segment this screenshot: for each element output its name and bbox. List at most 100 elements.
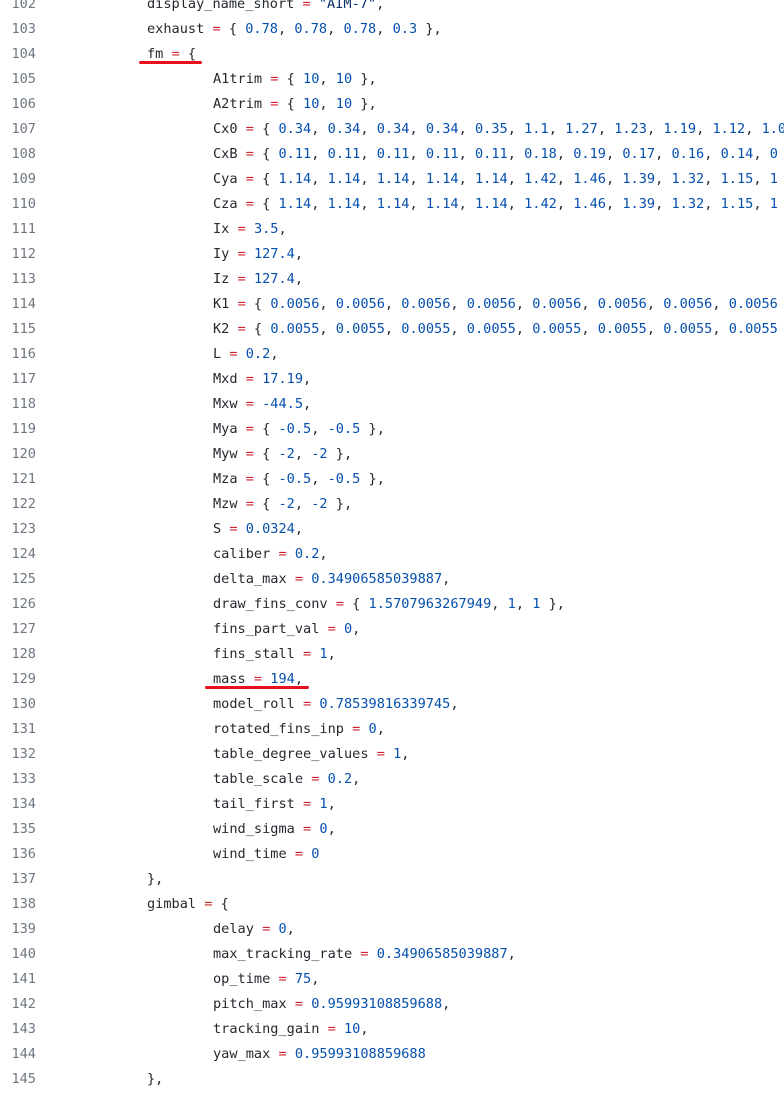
number-literal: 0.0056 xyxy=(466,296,516,312)
code-text: gimbal xyxy=(147,896,205,912)
number-literal: 1.39 xyxy=(622,196,656,212)
number-literal: 1.32 xyxy=(671,196,705,212)
number-literal: -44.5 xyxy=(262,396,304,412)
number-literal: 0.0056 xyxy=(270,296,320,312)
code-text: , xyxy=(581,321,598,337)
line-number: 105 xyxy=(11,71,36,87)
operator: = xyxy=(171,46,180,62)
line-number: 106 xyxy=(11,96,36,112)
code-text: , xyxy=(655,146,672,162)
line-source: }, xyxy=(147,1067,163,1092)
number-literal: 1.42 xyxy=(524,171,557,187)
code-text: delay xyxy=(213,921,263,937)
line-source: fins_stall = 1, xyxy=(213,642,336,667)
code-line: 127 fins_part_val = 0, xyxy=(0,617,784,642)
code-text: Iz xyxy=(213,271,238,287)
code-text: { xyxy=(253,421,279,437)
number-literal: 10 xyxy=(303,71,320,87)
line-source: A2trim = { 10, 10 }, xyxy=(213,92,377,117)
code-text: max_tracking_rate xyxy=(213,946,361,962)
line-number: 102 xyxy=(11,0,36,12)
code-text: , xyxy=(294,496,312,512)
number-literal: 0.2 xyxy=(245,346,271,362)
line-number: 108 xyxy=(11,146,36,162)
code-line: 144 yaw_max = 0.95993108859688 xyxy=(0,1042,784,1067)
code-text: rotated_fins_inp xyxy=(213,721,353,737)
operator: = xyxy=(278,546,287,562)
number-literal: 0.95993108859688 xyxy=(294,1046,426,1062)
number-literal: 0.0056 xyxy=(728,296,778,312)
number-literal: 0.14 xyxy=(720,146,754,162)
number-literal: 1 xyxy=(507,596,516,612)
number-literal: 0.34 xyxy=(278,121,312,137)
code-text: , xyxy=(294,446,312,462)
line-number: 130 xyxy=(11,696,36,712)
number-literal: 1.14 xyxy=(376,171,410,187)
operator: = xyxy=(237,296,246,312)
line-number: 135 xyxy=(11,821,36,837)
number-literal: 1.14 xyxy=(475,171,508,187)
line-number: 104 xyxy=(11,46,36,62)
code-text: , xyxy=(507,946,516,962)
number-literal: 0.0055 xyxy=(466,321,516,337)
line-source: }, xyxy=(147,867,163,892)
code-text: , xyxy=(606,146,623,162)
number-literal: 0.0055 xyxy=(270,321,320,337)
code-text: table_degree_values xyxy=(213,746,377,762)
line-source: tracking_gain = 10, xyxy=(213,1017,369,1042)
code-text: , xyxy=(311,971,320,987)
code-text: , xyxy=(319,96,336,112)
line-source: draw_fins_conv = { 1.5707963267949, 1, 1… xyxy=(213,592,565,617)
code-text: tail_first xyxy=(213,796,304,812)
string-literal: "AIM-7" xyxy=(318,0,377,12)
number-literal: 1.42 xyxy=(524,196,557,212)
number-literal: 0.3 xyxy=(392,21,418,37)
operator: = xyxy=(237,271,246,287)
code-line: 137}, xyxy=(0,867,784,892)
code-text: , xyxy=(270,346,279,362)
code-text: }, xyxy=(352,96,377,112)
code-line: 133 table_scale = 0.2, xyxy=(0,767,784,792)
line-number: 128 xyxy=(11,646,36,662)
number-literal: 0.2 xyxy=(294,546,320,562)
line-number: 113 xyxy=(11,271,36,287)
code-text: , xyxy=(409,146,426,162)
line-number: 143 xyxy=(11,1021,36,1037)
line-number: 134 xyxy=(11,796,36,812)
line-source: Iy = 127.4, xyxy=(213,242,303,267)
operator: = xyxy=(303,696,312,712)
number-literal: 0 xyxy=(769,146,778,162)
code-line: 120 Myw = { -2, -2 }, xyxy=(0,442,784,467)
code-text: , xyxy=(581,296,598,312)
line-number: 140 xyxy=(11,946,36,962)
code-text: Myw xyxy=(213,446,246,462)
code-text: { xyxy=(245,321,271,337)
code-text: , xyxy=(646,296,664,312)
line-source: yaw_max = 0.95993108859688 xyxy=(213,1042,426,1067)
code-text: , xyxy=(450,696,459,712)
code-text: { xyxy=(253,446,279,462)
code-text: , xyxy=(458,196,475,212)
code-line: 122 Mzw = { -2, -2 }, xyxy=(0,492,784,517)
code-text: , xyxy=(319,296,336,312)
code-text: A2trim xyxy=(213,96,271,112)
code-text: }, xyxy=(327,446,353,462)
number-literal: 1.15 xyxy=(720,171,754,187)
number-literal: 1 xyxy=(319,646,328,662)
code-text: { xyxy=(253,171,279,187)
code-line: 103 exhaust = { 0.78, 0.78, 0.78, 0.3 }, xyxy=(0,17,784,42)
line-source: Iz = 127.4, xyxy=(213,267,303,292)
code-text: , xyxy=(458,146,475,162)
code-text: , xyxy=(515,321,533,337)
code-text: , xyxy=(556,196,574,212)
code-line: 109 Cya = { 1.14, 1.14, 1.14, 1.14, 1.14,… xyxy=(0,167,784,192)
number-literal: 0.0055 xyxy=(401,321,451,337)
code-text: Mxd xyxy=(213,371,246,387)
